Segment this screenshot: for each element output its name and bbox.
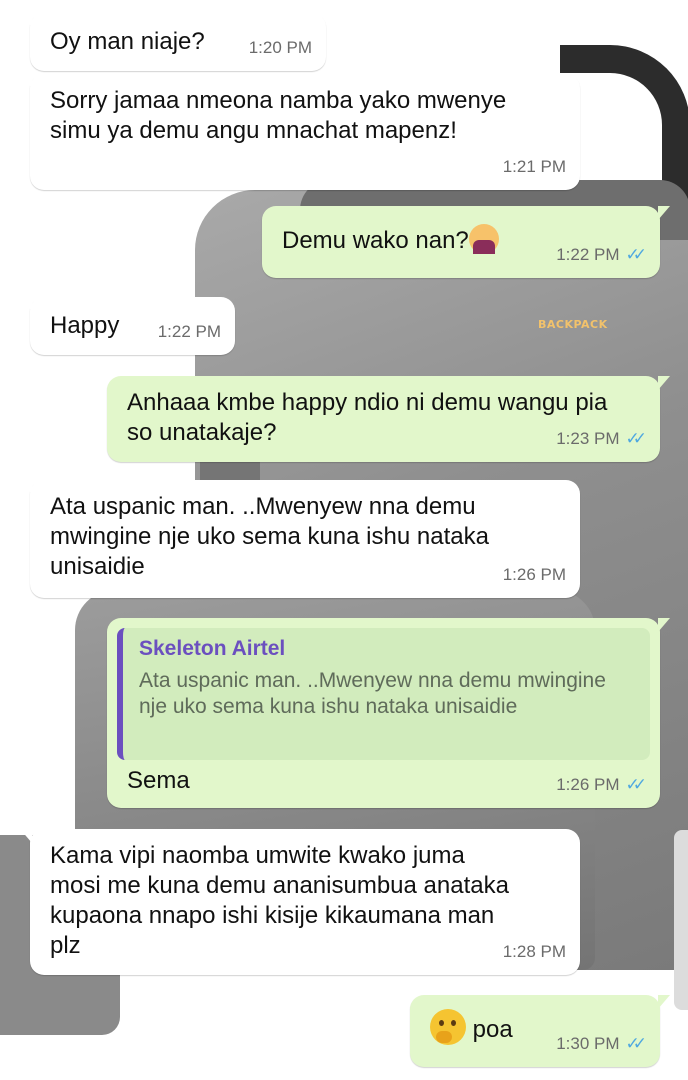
message-time: 1:26 PM <box>556 775 620 794</box>
message-bubble-incoming[interactable]: Kama vipi naomba umwite kwako juma mosi … <box>20 829 580 975</box>
read-receipt-icon: ✓✓ <box>625 1034 647 1053</box>
message-time: 1:28 PM <box>502 942 566 961</box>
message-bubble-incoming[interactable]: Oy man niaje? 1:20 PM <box>20 13 326 71</box>
read-receipt-icon: ✓✓ <box>625 429 647 448</box>
message-text: Kama vipi naomba umwite kwako juma mosi … <box>50 842 509 959</box>
message-text: Sorry jamaa nmeona namba yako mwenye sim… <box>50 87 507 144</box>
message-text: Oy man niaje? <box>50 28 205 55</box>
read-receipt-icon: ✓✓ <box>625 245 647 264</box>
backpack-edge <box>674 830 688 1010</box>
message-time: 1:26 PM <box>502 565 566 584</box>
message-text: Sema <box>127 767 190 794</box>
message-bubble-incoming[interactable]: Happy 1:22 PM <box>20 297 235 355</box>
thinking-face-emoji <box>430 1009 466 1045</box>
message-bubble-outgoing-reply[interactable]: Skeleton Airtel Ata uspanic man. ..Mweny… <box>107 618 670 808</box>
message-time: 1:22 PM <box>556 245 620 264</box>
message-bubble-outgoing[interactable]: Demu wako nan? 1:22 PM ✓✓ <box>262 206 670 278</box>
message-text: Happy <box>50 312 120 339</box>
message-text: Anhaaa kmbe happy ndio ni demu wangu pia… <box>127 389 608 446</box>
message-text: poa <box>472 1016 513 1043</box>
message-time: 1:20 PM <box>248 38 312 57</box>
message-bubble-incoming[interactable]: Ata uspanic man. ..Mwenyew nna demu mwin… <box>20 480 580 598</box>
backpack-logo: BACKPACK <box>538 318 608 331</box>
message-text: Ata uspanic man. ..Mwenyew nna demu mwin… <box>50 493 489 580</box>
quoted-message[interactable]: Skeleton Airtel Ata uspanic man. ..Mweny… <box>117 628 650 760</box>
message-bubble-incoming[interactable]: Sorry jamaa nmeona namba yako mwenye sim… <box>20 74 580 190</box>
quoted-author: Skeleton Airtel <box>139 637 286 660</box>
message-time: 1:30 PM <box>556 1034 620 1053</box>
quoted-text: Ata uspanic man. ..Mwenyew nna demu mwin… <box>139 669 606 718</box>
message-time: 1:23 PM <box>556 429 620 448</box>
person-shrugging-emoji <box>468 224 499 254</box>
read-receipt-icon: ✓✓ <box>625 775 647 794</box>
message-bubble-outgoing[interactable]: poa 1:30 PM ✓✓ <box>410 995 670 1067</box>
message-text: Demu wako nan? <box>282 227 469 254</box>
message-time: 1:22 PM <box>157 322 221 341</box>
message-time: 1:21 PM <box>502 157 566 176</box>
message-bubble-outgoing[interactable]: Anhaaa kmbe happy ndio ni demu wangu pia… <box>107 376 670 462</box>
